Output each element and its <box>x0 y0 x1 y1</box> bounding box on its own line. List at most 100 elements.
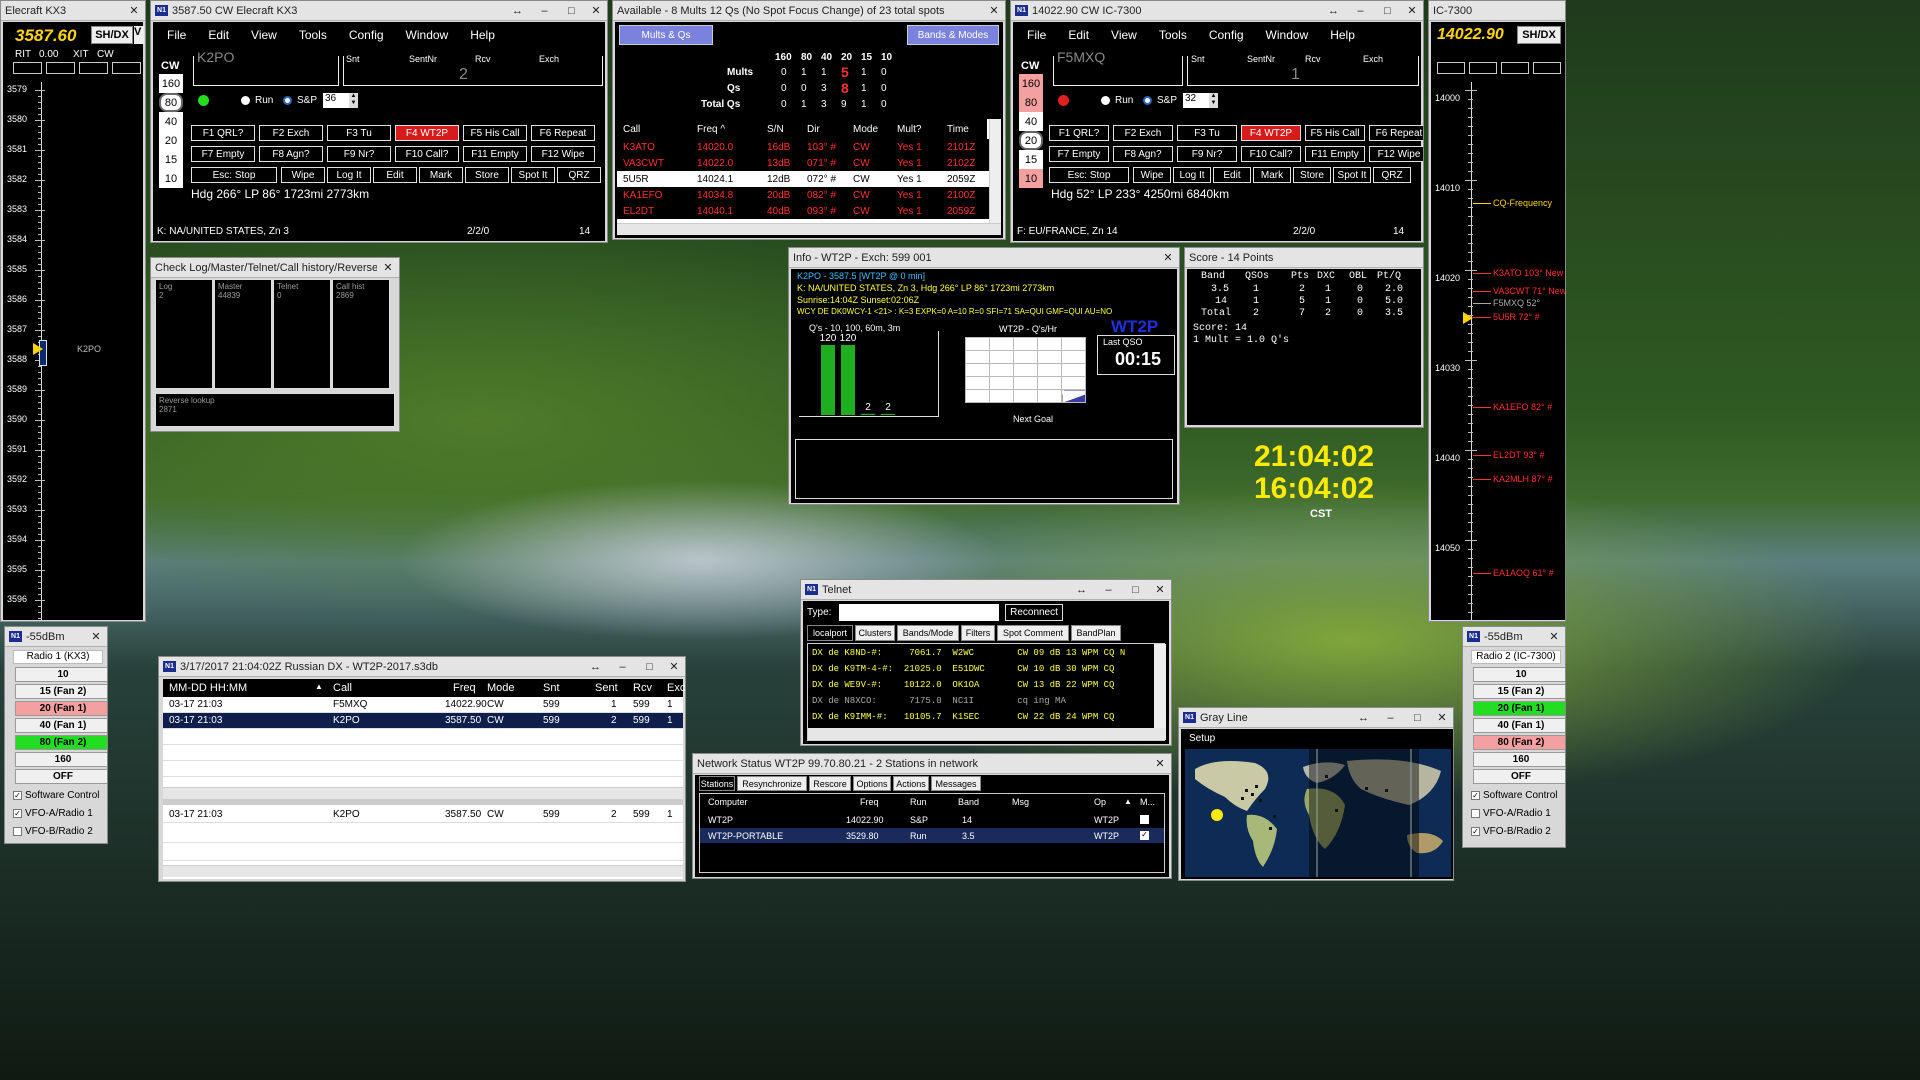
network-tab[interactable]: Resynchronize <box>737 776 807 791</box>
fkey-f3-tu[interactable]: F3 Tu <box>1177 125 1237 141</box>
horizontal-scrollbar[interactable] <box>808 728 1166 740</box>
speed-arrows-icon[interactable]: ▲ ▼ <box>1209 93 1218 108</box>
band-button-80[interactable]: 80 (Fan 2) <box>15 735 107 750</box>
fkey-store[interactable]: Store <box>1293 167 1331 183</box>
menu-file[interactable]: File <box>167 28 186 42</box>
telnet-spot-line[interactable]: DX de K8ND-#: 7061.7 W2WC CW 09 dB 13 WP… <box>812 648 1152 658</box>
minimize-icon[interactable]: – <box>1377 710 1404 725</box>
col-snt[interactable]: Snt <box>543 682 560 694</box>
band-button-160[interactable]: 160 <box>15 752 107 767</box>
horizontal-scrollbar[interactable] <box>163 787 683 799</box>
fkey-f10-call-[interactable]: F10 Call? <box>1241 146 1301 162</box>
checkbox-icon[interactable]: ✓ <box>1471 791 1480 800</box>
band-button-20[interactable]: 20 (Fan 1) <box>1473 701 1565 716</box>
grid-cell[interactable]: 5 <box>841 64 849 80</box>
cw-speed-spinner[interactable]: 36 <box>323 93 349 108</box>
fkey-esc-stop[interactable]: Esc: Stop <box>1049 167 1129 183</box>
fkey-log-it[interactable]: Log It <box>327 167 371 183</box>
fkey-f7-empty[interactable]: F7 Empty <box>1049 146 1109 162</box>
grid-cell[interactable]: 1 <box>861 99 867 110</box>
band-button-20[interactable]: 20 (Fan 1) <box>15 701 107 716</box>
close-icon[interactable]: ✕ <box>1149 582 1171 597</box>
fkey-f5-his-call[interactable]: F5 His Call <box>463 125 527 141</box>
spot-row[interactable]: VA3CWT 14022.0 13dB 071° # CW Yes 1 2102Z <box>617 155 989 171</box>
fkey-f1-qrl-[interactable]: F1 QRL? <box>1049 125 1109 141</box>
entry2-titlebar[interactable]: N1 14022.90 CW IC-7300 ↔ – □ ✕ <box>1011 1 1423 21</box>
col-mode[interactable]: Mode <box>487 682 515 694</box>
grid-cell[interactable]: 0 <box>781 83 787 94</box>
col-freq[interactable]: Freq <box>860 797 879 807</box>
menu-edit[interactable]: Edit <box>1068 28 1089 42</box>
grid-cell[interactable]: 9 <box>841 99 847 110</box>
band-button-40[interactable]: 40 (Fan 1) <box>1473 718 1565 733</box>
col-dir[interactable]: Dir <box>807 124 820 135</box>
telnet-tab[interactable]: localport <box>807 625 853 641</box>
maximize-icon[interactable]: □ <box>1374 3 1401 18</box>
bandmap-spot[interactable]: EL2DT 93° # <box>1493 450 1544 460</box>
col-call[interactable]: Call <box>623 124 640 135</box>
score-titlebar[interactable]: Score - 14 Points <box>1185 248 1423 268</box>
fkey-f12-wipe[interactable]: F12 Wipe <box>531 146 595 162</box>
fkey-qrz[interactable]: QRZ <box>557 167 601 183</box>
menu-help[interactable]: Help <box>470 28 495 42</box>
col-run[interactable]: Run <box>910 797 927 807</box>
menu-tools[interactable]: Tools <box>1159 28 1187 42</box>
sp-radio[interactable] <box>283 96 292 105</box>
fkey-f1-qrl-[interactable]: F1 QRL? <box>191 125 255 141</box>
menu-window[interactable]: Window <box>1266 28 1309 42</box>
log-row[interactable]: 03-17 21:03 K2PO 3587.50 CW 599 2 599 1 <box>163 713 683 729</box>
kx3-marker-call[interactable]: K2PO <box>77 344 101 354</box>
info-text-area[interactable] <box>795 439 1173 499</box>
grid-cell[interactable]: 1 <box>801 67 807 78</box>
fkey-f7-empty[interactable]: F7 Empty <box>191 146 255 162</box>
reconnect-button[interactable]: Reconnect <box>1005 604 1063 621</box>
maximize-icon[interactable]: □ <box>558 3 585 18</box>
bandmap-spot[interactable]: CQ-Frequency <box>1493 198 1552 208</box>
checkbox-icon[interactable] <box>1471 809 1480 818</box>
checkbox-icon[interactable]: ✓ <box>13 809 22 818</box>
minimize-icon[interactable]: – <box>531 3 558 18</box>
grid-cell[interactable]: 0 <box>881 99 887 110</box>
fkey-spot-it[interactable]: Spot It <box>511 167 555 183</box>
col-freq[interactable]: Freq <box>453 682 476 694</box>
band-40[interactable]: 40 <box>1019 112 1043 131</box>
restore-arrows-icon[interactable]: ↔ <box>504 3 531 18</box>
exchange-box[interactable] <box>1187 56 1419 86</box>
close-icon[interactable]: ✕ <box>123 3 145 18</box>
grid-cell[interactable]: 3 <box>821 99 827 110</box>
close-icon[interactable]: ✕ <box>1401 3 1423 18</box>
telnet-tab[interactable]: Filters <box>961 625 995 641</box>
col-m[interactable]: M... <box>1140 797 1155 807</box>
menu-view[interactable]: View <box>251 28 277 42</box>
col-call[interactable]: Call <box>333 682 352 694</box>
fkey-f11-empty[interactable]: F11 Empty <box>463 146 527 162</box>
fkey-esc-stop[interactable]: Esc: Stop <box>191 167 277 183</box>
checkbox-row[interactable]: VFO-B/Radio 2 <box>13 826 93 837</box>
restore-arrows-icon[interactable]: ↔ <box>1068 582 1095 597</box>
fkey-f2-exch[interactable]: F2 Exch <box>259 125 323 141</box>
spot-row[interactable]: K3ATO 14020.0 16dB 103° # CW Yes 1 2101Z <box>617 139 989 155</box>
fkey-f6-repeat[interactable]: F6 Repeat <box>531 125 595 141</box>
grid-cell[interactable]: 0 <box>801 83 807 94</box>
menu-config[interactable]: Config <box>349 28 384 42</box>
run-radio[interactable] <box>1101 96 1110 105</box>
checkbox-icon[interactable]: ✓ <box>1471 827 1480 836</box>
fkey-f2-exch[interactable]: F2 Exch <box>1113 125 1173 141</box>
close-icon[interactable]: ✕ <box>663 659 685 674</box>
band-button-OFF[interactable]: OFF <box>15 769 107 784</box>
network-checkbox-icon[interactable] <box>1140 815 1149 824</box>
minimize-icon[interactable]: – <box>1347 3 1374 18</box>
checkbox-row[interactable]: ✓ Software Control <box>13 790 99 801</box>
v-button[interactable]: V <box>134 26 144 44</box>
telnet-input[interactable] <box>839 604 999 621</box>
shdx-button[interactable]: SH/DX <box>1517 26 1561 44</box>
restore-arrows-icon[interactable]: ↔ <box>1320 3 1347 18</box>
fkey-f9-nr-[interactable]: F9 Nr? <box>1177 146 1237 162</box>
setup-menu[interactable]: Setup <box>1189 733 1215 744</box>
col-rcv[interactable]: Rcv <box>633 682 652 694</box>
bandmap-spot[interactable]: VA3CWT 71° New <box>1493 286 1565 296</box>
close-icon[interactable]: ✕ <box>377 260 399 275</box>
horizontal-scrollbar[interactable] <box>617 223 1001 235</box>
band-button-15[interactable]: 15 (Fan 2) <box>15 684 107 699</box>
band-80[interactable]: 80 <box>1019 93 1043 112</box>
